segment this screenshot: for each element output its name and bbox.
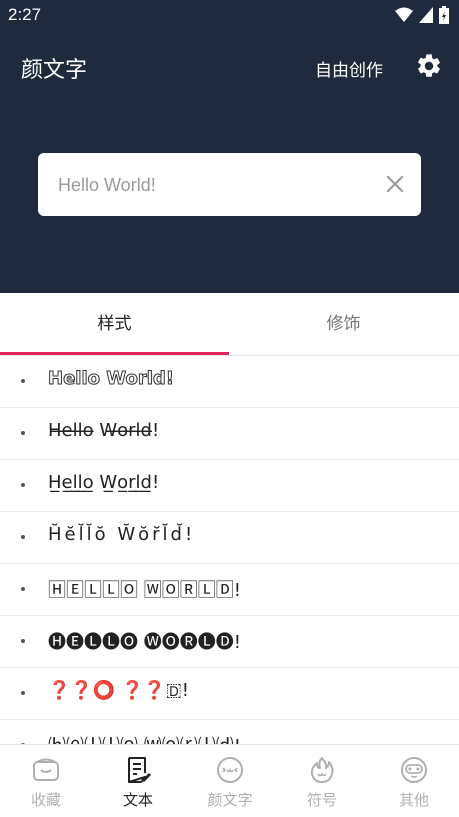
bullet: [21, 587, 25, 591]
nav-emoticon-label: 颜文字: [207, 791, 253, 809]
style-list: Hello World! H̶e̶l̶l̶o̶ W̶o̶r̶l̶d̶! H̲e̲…: [0, 356, 459, 744]
list-item[interactable]: 🄷🄴🄻🄻🄾 🅆🄾🅁🄻🄳!: [0, 564, 459, 616]
app-title: 颜文字: [21, 58, 88, 83]
list-item[interactable]: H̲e̲l̲l̲o̲ W̲o̲r̲l̲d̲!: [0, 460, 459, 512]
style-text: H̆ĕl̆l̆ŏ W̆ŏr̆l̆d̆!: [48, 524, 196, 545]
battery-icon: [439, 6, 449, 24]
style-text: Hello World!: [48, 368, 175, 390]
list-item[interactable]: ❓❓⭕ ❓❓🇩!: [0, 668, 459, 720]
free-create-button[interactable]: 自由创作: [315, 56, 383, 81]
robot-face-icon: [401, 757, 427, 783]
list-item[interactable]: Hello World!: [0, 356, 459, 408]
search-box: [38, 153, 421, 216]
signal-icon: [419, 7, 433, 23]
tab-decoration-label: 修饰: [326, 314, 361, 334]
status-icons: [395, 6, 449, 24]
list-item[interactable]: H̆ĕl̆l̆ŏ W̆ŏr̆l̆d̆!: [0, 512, 459, 564]
style-text: ⒣⒠⒧⒧⒪ ⒲⒪⒭⒧⒟!: [48, 732, 241, 744]
text-input[interactable]: [58, 171, 358, 199]
nav-emoticon[interactable]: 颜文字: [184, 745, 276, 817]
bullet: [21, 483, 25, 487]
nav-other[interactable]: 其他: [368, 745, 459, 817]
wallet-icon: [33, 758, 59, 781]
document-edit-icon: [128, 757, 151, 783]
nav-favorites[interactable]: 收藏: [0, 745, 92, 817]
bullet: [21, 691, 25, 695]
nav-text-label: 文本: [122, 791, 153, 809]
nav-symbols[interactable]: 符号: [276, 745, 368, 817]
bullet: [21, 431, 25, 435]
tab-bar: 样式 修饰: [0, 293, 459, 356]
nav-favorites-label: 收藏: [30, 791, 61, 809]
style-text: 🄷🄴🄻🄻🄾 🅆🄾🅁🄻🄳!: [48, 580, 241, 601]
wifi-icon: [395, 7, 413, 22]
tab-indicator: [0, 352, 229, 355]
style-text: H̶e̶l̶l̶o̶ W̶o̶r̶l̶d̶!: [48, 420, 160, 441]
nav-other-label: 其他: [398, 791, 429, 809]
style-text: ❓❓⭕ ❓❓🇩!: [48, 680, 189, 701]
list-item[interactable]: 🅗🅔🅛🅛🅞 🅦🅞🅡🅛🅓!: [0, 616, 459, 668]
emoticon-face-icon: [217, 757, 243, 783]
close-icon[interactable]: [385, 174, 405, 194]
bullet: [21, 535, 25, 539]
nav-symbols-label: 符号: [306, 791, 337, 809]
style-text: 🅗🅔🅛🅛🅞 🅦🅞🅡🅛🅓!: [48, 632, 241, 653]
list-item[interactable]: H̶e̶l̶l̶o̶ W̶o̶r̶l̶d̶!: [0, 408, 459, 460]
tab-decoration[interactable]: 修饰: [229, 293, 458, 355]
fire-icon: [310, 757, 334, 783]
tab-style-label: 样式: [97, 314, 132, 334]
tab-style[interactable]: 样式: [0, 293, 229, 355]
app-header: 颜文字 自由创作: [0, 32, 459, 293]
status-time: 2:27: [8, 5, 42, 24]
list-item[interactable]: ⒣⒠⒧⒧⒪ ⒲⒪⒭⒧⒟!: [0, 720, 459, 744]
nav-text[interactable]: 文本: [92, 745, 184, 817]
status-bar: 2:27: [0, 0, 459, 32]
bullet: [21, 639, 25, 643]
gear-icon[interactable]: [415, 52, 443, 80]
style-text: H̲e̲l̲l̲o̲ W̲o̲r̲l̲d̲!: [48, 472, 160, 493]
bullet: [21, 379, 25, 383]
bottom-nav: 收藏 文本 颜文字 符号 其他: [0, 744, 459, 817]
